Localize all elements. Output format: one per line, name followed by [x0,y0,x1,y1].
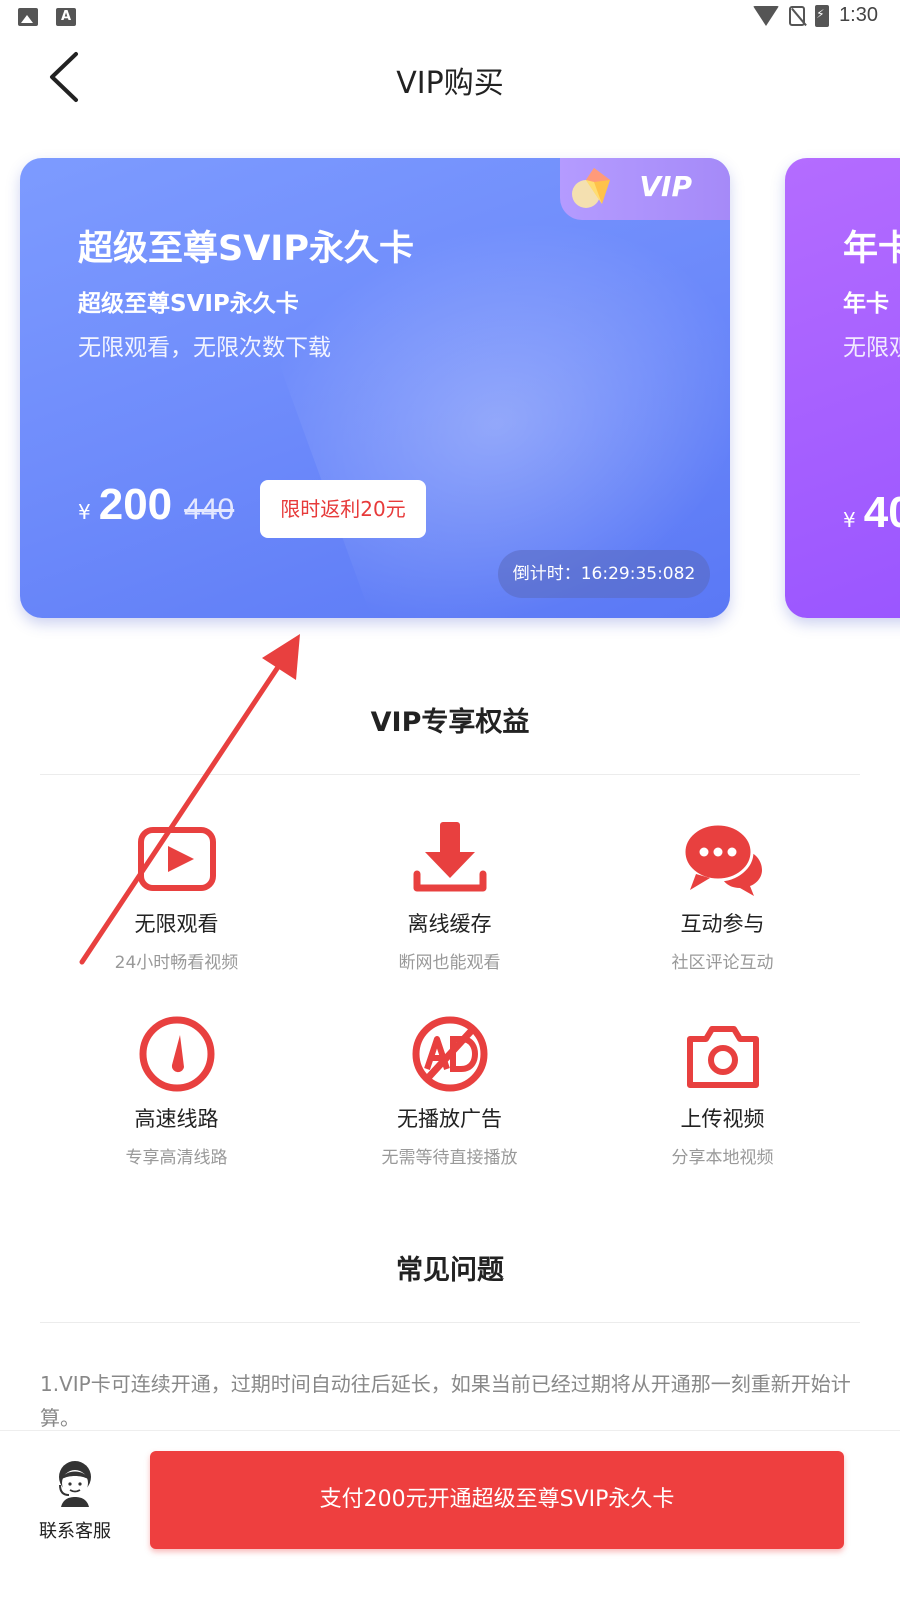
benefits-title: VIP专享权益 [370,707,530,738]
plan-price: 40 [863,488,900,537]
benefit-no-ads: 无播放广告 无需等待直接播放 [313,995,586,1185]
vip-purchase-screen: A 1:30 VIP购买 VIP 超级至尊SVIP永 [0,0,900,1600]
benefit-desc: 分享本地视频 [671,1148,774,1168]
customer-service-button[interactable]: 联系客服 [30,1459,120,1569]
page-title: VIP购买 [396,66,504,101]
benefit-desc: 社区评论互动 [671,953,774,973]
nav-bar: VIP购买 [0,36,900,126]
currency-symbol: ¥ [843,508,856,532]
plan-title: 年卡 [843,229,900,269]
status-bar: A 1:30 [0,0,900,36]
benefits-grid: 无限观看 24小时畅看视频 离线缓存 断网也能观看 互动参与 社区评论互动 高速… [40,800,860,1200]
benefit-unlimited-watch: 无限观看 24小时畅看视频 [40,800,313,990]
benefit-desc: 专享高清线路 [125,1148,228,1168]
pay-button[interactable]: 支付200元开通超级至尊SVIP永久卡 [150,1451,844,1549]
image-icon [18,8,38,26]
currency-symbol: ¥ [78,500,91,524]
plan-price: 200 [98,480,173,529]
plan-description: 无限观看，无限次数下载 [78,335,331,361]
benefit-desc: 24小时畅看视频 [114,953,239,973]
plan-subtitle: 年卡 [843,291,889,317]
benefit-interaction: 互动参与 社区评论互动 [586,800,859,990]
speedometer-icon [139,1016,215,1092]
battery-charging-icon [815,4,830,27]
camera-icon [687,1026,759,1088]
plan-title: 超级至尊SVIP永久卡 [78,229,414,269]
download-icon [413,822,487,892]
benefit-name: 离线缓存 [407,912,492,936]
customer-service-label: 联系客服 [39,1521,111,1542]
price-row: ¥ 200 440 [78,480,234,530]
benefit-name: 无限观看 [134,912,219,936]
benefit-name: 互动参与 [680,912,765,936]
vip-tag-label: VIP [639,170,692,203]
plan-description: 无限观 [843,335,900,361]
benefit-fast-route: 高速线路 专享高清线路 [40,995,313,1185]
vip-tag: VIP [560,158,730,220]
plan-card-yearly[interactable]: 年卡 年卡 无限观 ¥ 40 [785,158,900,618]
no-ad-icon [412,1016,488,1092]
diamond-icon [572,168,610,208]
benefit-name: 高速线路 [134,1107,219,1131]
font-icon: A [56,8,76,26]
divider [40,774,860,775]
divider [40,1322,860,1323]
promo-badge: 限时返利20元 [260,480,426,538]
price-row: ¥ 40 [843,488,900,538]
countdown-timer: 倒计时：16:29:35:082 [498,550,710,598]
benefit-upload: 上传视频 分享本地视频 [586,995,859,1185]
benefit-name: 上传视频 [680,1107,765,1131]
benefit-desc: 无需等待直接播放 [381,1148,518,1168]
benefit-desc: 断网也能观看 [398,953,501,973]
faq-item: 1.VIP卡可连续开通，过期时间自动往后延长，如果当前已经过期将从开通那一刻重新… [40,1372,851,1430]
customer-service-icon [59,1461,91,1507]
plan-subtitle: 超级至尊SVIP永久卡 [78,291,299,317]
plan-original-price: 440 [184,493,235,526]
chat-icon [682,822,762,896]
bottom-bar: 联系客服 支付200元开通超级至尊SVIP永久卡 [0,1430,900,1600]
status-time: 1:30 [839,4,878,26]
benefit-name: 无播放广告 [397,1107,502,1131]
faq-title: 常见问题 [396,1255,504,1286]
play-icon [138,827,216,891]
benefit-offline-cache: 离线缓存 断网也能观看 [313,800,586,990]
plan-card-svip[interactable]: VIP 超级至尊SVIP永久卡 超级至尊SVIP永久卡 无限观看，无限次数下载 … [20,158,730,618]
no-sim-icon [789,5,806,26]
wifi-icon [753,5,780,26]
